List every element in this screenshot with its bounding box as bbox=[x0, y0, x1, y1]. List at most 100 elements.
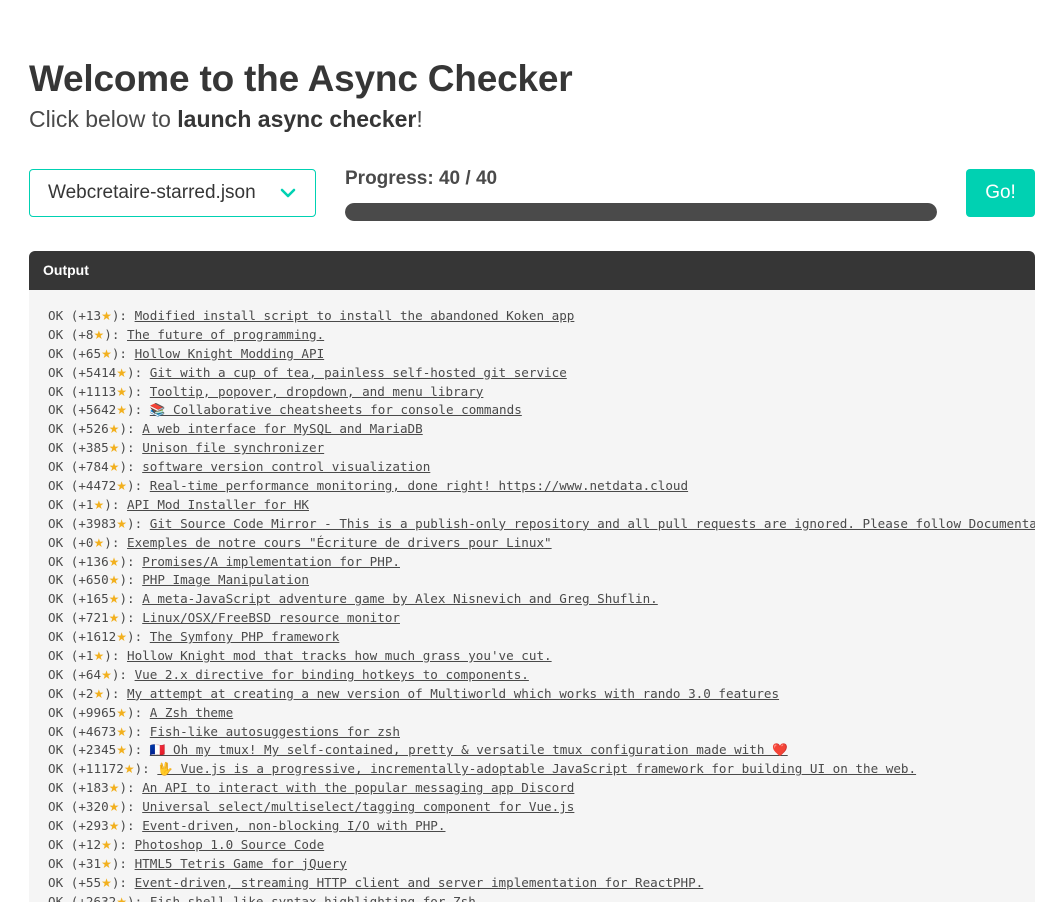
output-line-separator: ): bbox=[127, 629, 150, 645]
go-button[interactable]: Go! bbox=[966, 169, 1035, 217]
star-icon: ★ bbox=[108, 819, 120, 834]
repo-link[interactable]: software version control visualization bbox=[142, 459, 430, 474]
output-line: OK (+31★): HTML5 Tetris Game for jQuery bbox=[48, 855, 1035, 874]
output-line-status: OK (+65 bbox=[48, 345, 102, 361]
repo-link[interactable]: An API to interact with the popular mess… bbox=[142, 780, 574, 795]
output-line: OK (+64★): Vue 2.x directive for binding… bbox=[48, 666, 1035, 685]
file-select-dropdown[interactable]: Webcretaire-starred.json bbox=[29, 169, 316, 217]
output-line-status: OK (+165 bbox=[48, 591, 109, 607]
star-icon: ★ bbox=[93, 327, 105, 342]
output-line: OK (+4472★): Real-time performance monit… bbox=[48, 477, 1035, 496]
output-line-status: OK (+650 bbox=[48, 572, 109, 588]
star-icon: ★ bbox=[93, 686, 105, 701]
output-line-separator: ): bbox=[119, 421, 143, 437]
repo-link[interactable]: Event-driven, streaming HTTP client and … bbox=[135, 875, 704, 890]
output-panel: Output OK (+13★): Modified install scrip… bbox=[29, 251, 1035, 902]
repo-link[interactable]: Git with a cup of tea, painless self-hos… bbox=[150, 365, 567, 380]
repo-link[interactable]: Photoshop 1.0 Source Code bbox=[135, 837, 325, 852]
repo-link[interactable]: The Symfony PHP framework bbox=[150, 629, 340, 644]
repo-link[interactable]: API Mod Installer for HK bbox=[127, 497, 309, 512]
star-icon: ★ bbox=[101, 875, 112, 890]
star-icon: ★ bbox=[116, 630, 128, 645]
progress-bar bbox=[345, 203, 937, 221]
repo-link[interactable]: Hollow Knight mod that tracks how much g… bbox=[127, 648, 552, 663]
repo-link[interactable]: Universal select/multiselect/tagging com… bbox=[142, 799, 574, 814]
output-line: OK (+721★): Linux/OSX/FreeBSD resource m… bbox=[48, 609, 1035, 628]
chevron-down-icon bbox=[280, 188, 296, 198]
star-icon: ★ bbox=[108, 554, 120, 569]
star-icon: ★ bbox=[116, 705, 128, 720]
repo-link[interactable]: Fish shell like syntax highlighting for … bbox=[150, 894, 484, 902]
star-icon: ★ bbox=[108, 592, 120, 607]
repo-link[interactable]: HTML5 Tetris Game for jQuery bbox=[135, 856, 347, 871]
star-icon: ★ bbox=[101, 309, 112, 323]
output-line: OK (+8★): The future of programming. bbox=[48, 326, 1035, 345]
output-line-separator: ): bbox=[119, 553, 143, 569]
output-line: OK (+2★): My attempt at creating a new v… bbox=[48, 685, 1035, 704]
repo-link[interactable]: My attempt at creating a new version of … bbox=[127, 686, 779, 701]
repo-link[interactable]: Fish-like autosuggestions for zsh bbox=[150, 724, 400, 739]
repo-link[interactable]: PHP Image Manipulation bbox=[142, 572, 309, 587]
star-icon: ★ bbox=[108, 460, 120, 475]
output-line-separator: ): bbox=[127, 704, 150, 720]
output-line: OK (+13★): Modified install script to in… bbox=[48, 307, 1035, 326]
repo-link[interactable]: A Zsh theme bbox=[150, 705, 233, 720]
star-icon: ★ bbox=[93, 535, 105, 550]
output-line: OK (+136★): Promises/A implementation fo… bbox=[48, 553, 1035, 572]
repo-link[interactable]: Hollow Knight Modding API bbox=[135, 346, 325, 361]
output-line-separator: ): bbox=[127, 742, 150, 758]
output-line-status: OK (+55 bbox=[48, 874, 102, 890]
star-icon: ★ bbox=[116, 384, 128, 399]
output-line-status: OK (+1 bbox=[48, 648, 94, 664]
repo-link[interactable]: 🇫🇷 Oh my tmux! My self-contained, pretty… bbox=[150, 742, 788, 757]
output-line-status: OK (+3983 bbox=[48, 515, 117, 531]
output-line-separator: ): bbox=[104, 534, 128, 550]
output-line-status: OK (+5642 bbox=[48, 402, 117, 418]
repo-link[interactable]: Promises/A implementation for PHP. bbox=[142, 554, 400, 569]
repo-link[interactable]: Linux/OSX/FreeBSD resource monitor bbox=[142, 610, 400, 625]
repo-link[interactable]: A web interface for MySQL and MariaDB bbox=[142, 421, 423, 436]
output-line-separator: ): bbox=[111, 666, 135, 682]
repo-link[interactable]: Unison file synchronizer bbox=[142, 440, 324, 455]
output-log[interactable]: OK (+13★): Modified install script to in… bbox=[29, 290, 1035, 902]
output-line-separator: ): bbox=[119, 572, 143, 588]
output-line-status: OK (+320 bbox=[48, 799, 109, 815]
subtitle-emphasis: launch async checker bbox=[177, 106, 417, 132]
output-line-separator: ): bbox=[127, 893, 150, 902]
repo-link[interactable]: 🖖 Vue.js is a progressive, incrementally… bbox=[157, 761, 916, 776]
page-title: Welcome to the Async Checker bbox=[29, 58, 573, 99]
repo-link[interactable]: Git Source Code Mirror - This is a publi… bbox=[150, 516, 1035, 531]
subtitle-prefix: Click below to bbox=[29, 106, 178, 132]
output-line-separator: ): bbox=[127, 478, 150, 494]
star-icon: ★ bbox=[93, 497, 105, 512]
repo-link[interactable]: A meta-JavaScript adventure game by Alex… bbox=[142, 591, 658, 606]
star-icon: ★ bbox=[116, 479, 128, 494]
output-line-separator: ): bbox=[119, 610, 143, 626]
output-line-separator: ): bbox=[119, 591, 143, 607]
output-line: OK (+385★): Unison file synchronizer bbox=[48, 439, 1035, 458]
repo-link[interactable]: Event-driven, non-blocking I/O with PHP. bbox=[142, 818, 445, 833]
output-line: OK (+12★): Photoshop 1.0 Source Code bbox=[48, 836, 1035, 855]
repo-link[interactable]: Vue 2.x directive for binding hotkeys to… bbox=[135, 667, 529, 682]
output-line: OK (+0★): Exemples de notre cours "Écrit… bbox=[48, 534, 1035, 553]
star-icon: ★ bbox=[116, 743, 128, 758]
repo-link[interactable]: 📚 Collaborative cheatsheets for console … bbox=[150, 402, 522, 417]
repo-link[interactable]: Tooltip, popover, dropdown, and menu lib… bbox=[150, 384, 484, 399]
output-line-separator: ): bbox=[127, 515, 150, 531]
star-icon: ★ bbox=[101, 667, 112, 682]
star-icon: ★ bbox=[123, 762, 135, 777]
output-line: OK (+183★): An API to interact with the … bbox=[48, 779, 1035, 798]
repo-link[interactable]: Exemples de notre cours "Écriture de dri… bbox=[127, 535, 552, 550]
star-icon: ★ bbox=[108, 441, 120, 456]
file-select-value: Webcretaire-starred.json bbox=[48, 182, 256, 203]
output-line: OK (+2632★): Fish shell like syntax high… bbox=[48, 893, 1035, 902]
output-line-separator: ): bbox=[119, 780, 143, 796]
output-line-status: OK (+64 bbox=[48, 666, 102, 682]
repo-link[interactable]: Real-time performance monitoring, done r… bbox=[150, 478, 688, 493]
repo-link[interactable]: Modified install script to install the a… bbox=[135, 308, 575, 323]
output-line: OK (+11172★): 🖖 Vue.js is a progressive,… bbox=[48, 760, 1035, 779]
star-icon: ★ bbox=[116, 894, 128, 902]
star-icon: ★ bbox=[116, 516, 128, 531]
output-line-status: OK (+5414 bbox=[48, 364, 117, 380]
repo-link[interactable]: The future of programming. bbox=[127, 327, 324, 342]
